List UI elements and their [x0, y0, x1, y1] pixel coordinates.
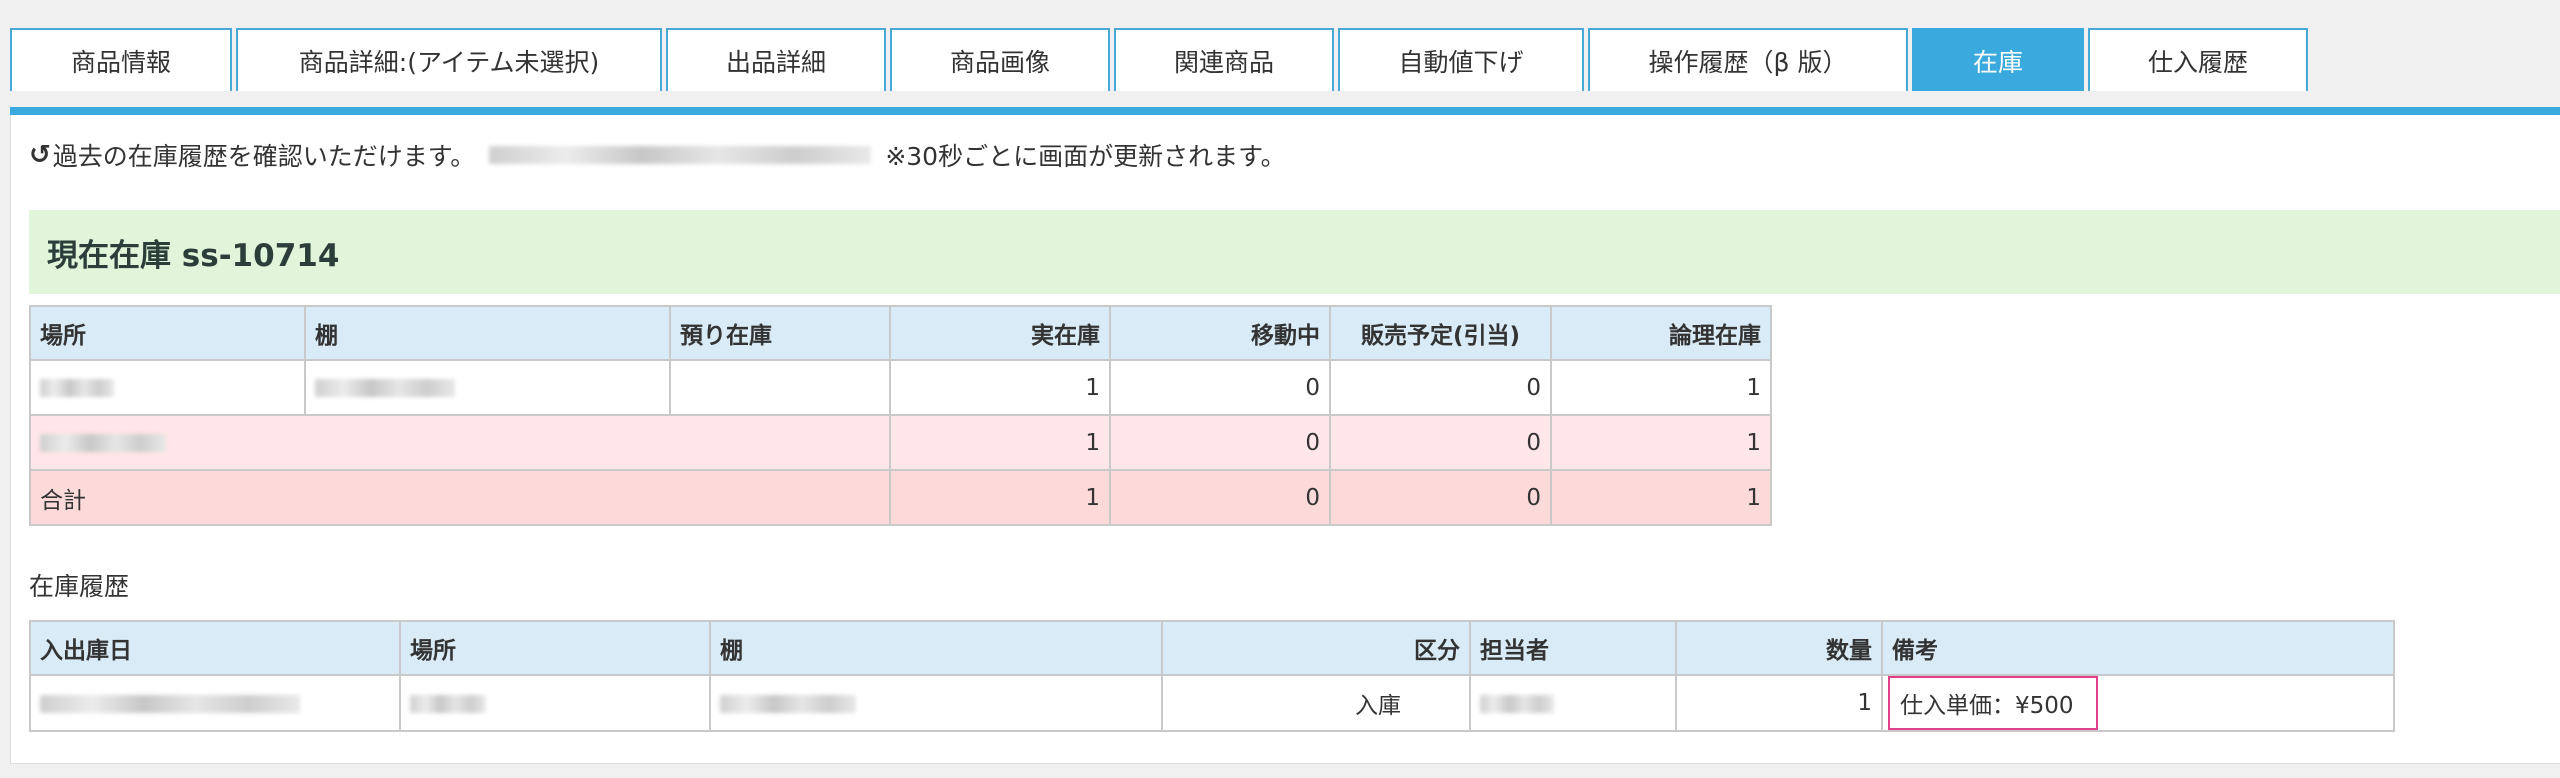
tab-underline	[10, 107, 2560, 115]
moving-cell: 0	[1109, 359, 1331, 416]
stock-history-table: 入出庫日 場所 棚 区分 担当者 数量 備考 入庫 1 仕入単価：¥500	[29, 620, 2395, 732]
tab-product-info[interactable]: 商品情報	[10, 28, 232, 91]
col-planned-sales: 販売予定(引当)	[1329, 305, 1552, 361]
actual-cell: 1	[889, 414, 1111, 471]
planned-cell: 0	[1329, 469, 1552, 526]
custody-cell	[669, 359, 891, 416]
tab-stock[interactable]: 在庫	[1912, 28, 2084, 91]
col-custody-stock: 預り在庫	[669, 305, 891, 361]
col-shelf: 棚	[709, 620, 1163, 676]
planned-cell: 0	[1329, 359, 1552, 416]
location-subtotal-cell	[29, 414, 891, 471]
col-date: 入出庫日	[29, 620, 401, 676]
purchase-price-highlight: 仕入単価：¥500	[1888, 676, 2098, 730]
current-stock-table: 場所 棚 預り在庫 実在庫 移動中 販売予定(引当) 論理在庫 1 0 0 1 …	[29, 305, 1772, 526]
table-row: 1 0 0 1	[29, 359, 1772, 416]
actual-cell: 1	[889, 469, 1111, 526]
moving-cell: 0	[1109, 469, 1331, 526]
redacted-text	[489, 146, 872, 164]
tab-product-detail[interactable]: 商品詳細:(アイテム未選択)	[236, 28, 662, 91]
logical-cell: 1	[1550, 359, 1772, 416]
history-notice: ↺ 過去の在庫履歴を確認いただけます。 ※30秒ごとに画面が更新されます。	[29, 137, 1286, 173]
notice-text: 過去の在庫履歴を確認いただけます。	[52, 142, 476, 171]
shelf-cell	[709, 674, 1163, 732]
location-cell	[399, 674, 711, 732]
table-row: 入庫 1 仕入単価：¥500	[29, 674, 2395, 732]
shelf-cell	[304, 359, 671, 416]
tab-purchase-history[interactable]: 仕入履歴	[2088, 28, 2308, 91]
col-shelf: 棚	[304, 305, 671, 361]
stock-panel: ↺ 過去の在庫履歴を確認いただけます。 ※30秒ごとに画面が更新されます。 現在…	[10, 115, 2560, 764]
col-type: 区分	[1161, 620, 1471, 676]
tab-operation-history[interactable]: 操作履歴（β 版）	[1588, 28, 1908, 91]
table-header-row: 入出庫日 場所 棚 区分 担当者 数量 備考	[29, 620, 2395, 676]
remarks-cell: 仕入単価：¥500	[1881, 674, 2395, 732]
col-location: 場所	[29, 305, 306, 361]
history-icon: ↺	[29, 140, 51, 170]
current-stock-banner: 現在在庫 ss-10714	[29, 210, 2560, 294]
tab-product-images[interactable]: 商品画像	[890, 28, 1110, 91]
col-location: 場所	[399, 620, 711, 676]
table-row: 1 0 0 1	[29, 414, 1772, 471]
col-remarks: 備考	[1881, 620, 2395, 676]
logical-cell: 1	[1550, 469, 1772, 526]
moving-cell: 0	[1109, 414, 1331, 471]
col-operator: 担当者	[1469, 620, 1677, 676]
col-in-transit: 移動中	[1109, 305, 1331, 361]
refresh-note: ※30秒ごとに画面が更新されます。	[885, 142, 1286, 171]
actual-cell: 1	[889, 359, 1111, 416]
col-actual-stock: 実在庫	[889, 305, 1111, 361]
col-logical-stock: 論理在庫	[1550, 305, 1772, 361]
col-quantity: 数量	[1675, 620, 1883, 676]
type-cell: 入庫	[1161, 674, 1471, 732]
planned-cell: 0	[1329, 414, 1552, 471]
logical-cell: 1	[1550, 414, 1772, 471]
current-stock-title: 現在在庫 ss-10714	[47, 237, 340, 274]
total-label: 合計	[29, 469, 891, 526]
stock-history-title: 在庫履歴	[29, 572, 130, 601]
quantity-cell: 1	[1675, 674, 1883, 732]
operator-cell	[1469, 674, 1677, 732]
table-header-row: 場所 棚 預り在庫 実在庫 移動中 販売予定(引当) 論理在庫	[29, 305, 1772, 361]
date-cell	[29, 674, 401, 732]
tab-listing-detail[interactable]: 出品詳細	[666, 28, 886, 91]
tab-bar: 商品情報 商品詳細:(アイテム未選択) 出品詳細 商品画像 関連商品 自動値下げ…	[10, 28, 2312, 91]
tab-auto-price-down[interactable]: 自動値下げ	[1338, 28, 1584, 91]
location-cell	[29, 359, 306, 416]
tab-related-products[interactable]: 関連商品	[1114, 28, 1334, 91]
total-row: 合計 1 0 0 1	[29, 469, 1772, 526]
